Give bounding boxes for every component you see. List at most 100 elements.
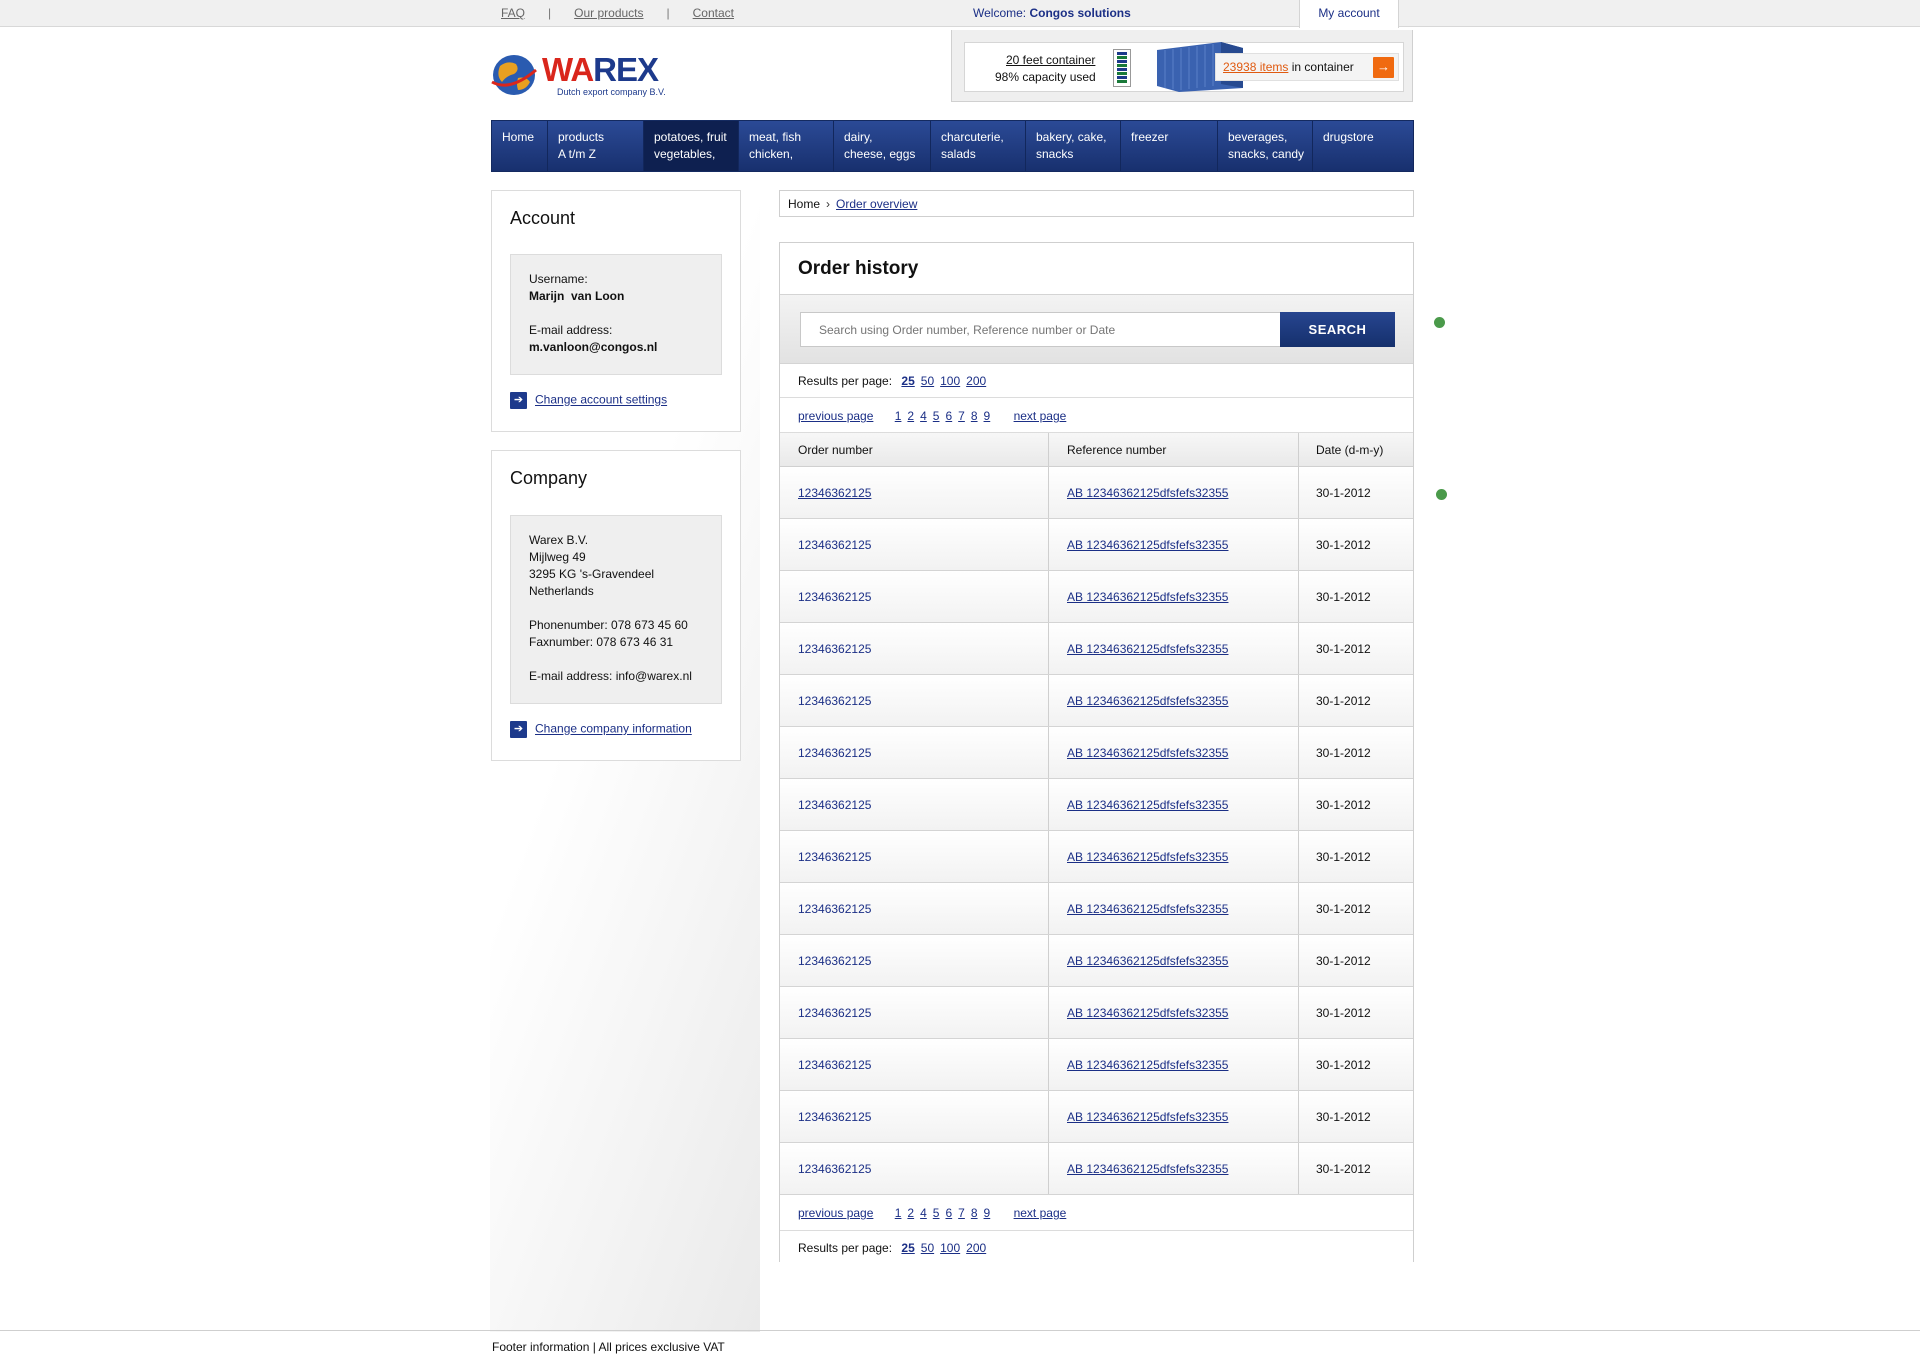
- page-number-link[interactable]: 8: [971, 1206, 978, 1220]
- order-number-link[interactable]: 12346362125: [798, 1162, 871, 1176]
- column-reference-number[interactable]: Reference number: [1049, 433, 1299, 466]
- order-number-link[interactable]: 12346362125: [798, 850, 871, 864]
- arrow-right-icon[interactable]: →: [1373, 57, 1394, 78]
- page-number-link[interactable]: 4: [920, 409, 927, 423]
- breadcrumb-current[interactable]: Order overview: [836, 197, 917, 211]
- table-cell: 12346362125: [780, 727, 1049, 778]
- order-number-link[interactable]: 12346362125: [798, 954, 871, 968]
- rpp-option[interactable]: 50: [921, 1241, 934, 1255]
- nav-item[interactable]: freezer: [1121, 121, 1218, 171]
- page-number-link[interactable]: 6: [945, 1206, 952, 1220]
- order-number-link[interactable]: 12346362125: [798, 746, 871, 760]
- reference-number-link[interactable]: AB 12346362125dfsfefs32355: [1067, 746, 1228, 760]
- previous-page-link[interactable]: previous page: [798, 409, 873, 423]
- rpp-option[interactable]: 200: [966, 374, 986, 388]
- search-button[interactable]: SEARCH: [1280, 312, 1395, 347]
- rpp-option[interactable]: 100: [940, 374, 960, 388]
- page-number-link[interactable]: 7: [958, 1206, 965, 1220]
- page-number-link[interactable]: 9: [984, 1206, 991, 1220]
- page-number-link[interactable]: 2: [907, 409, 914, 423]
- reference-number-link[interactable]: AB 12346362125dfsfefs32355: [1067, 486, 1228, 500]
- reference-number-link[interactable]: AB 12346362125dfsfefs32355: [1067, 1110, 1228, 1124]
- order-date: 30-1-2012: [1316, 694, 1371, 708]
- logo-wordmark: WAREX: [542, 51, 659, 88]
- nav-item-label: products: [558, 130, 605, 144]
- page-number-link[interactable]: 8: [971, 409, 978, 423]
- page-number-link[interactable]: 1: [895, 1206, 902, 1220]
- rpp-option[interactable]: 25: [901, 374, 914, 388]
- reference-number-link[interactable]: AB 12346362125dfsfefs32355: [1067, 850, 1228, 864]
- rpp-option[interactable]: 50: [921, 374, 934, 388]
- reference-number-link[interactable]: AB 12346362125dfsfefs32355: [1067, 1058, 1228, 1072]
- reference-number-link[interactable]: AB 12346362125dfsfefs32355: [1067, 954, 1228, 968]
- order-number-link[interactable]: 12346362125: [798, 798, 871, 812]
- search-input[interactable]: [800, 312, 1281, 347]
- faq-link[interactable]: FAQ: [501, 6, 525, 20]
- search-bar: SEARCH: [780, 294, 1413, 364]
- main-navigation: Home products A t/m Z potatoes, fruit vegeta…: [491, 120, 1414, 172]
- page-number-link[interactable]: 1: [895, 409, 902, 423]
- nav-item[interactable]: bakery, cake, snacks: [1026, 121, 1121, 171]
- order-number-link[interactable]: 12346362125: [798, 486, 871, 500]
- rpp-option[interactable]: 25: [901, 1241, 914, 1255]
- status-dot: [1436, 489, 1447, 500]
- column-order-number[interactable]: Order number: [780, 433, 1049, 466]
- nav-item-label: freezer: [1131, 130, 1169, 144]
- page-number-link[interactable]: 9: [984, 409, 991, 423]
- nav-item[interactable]: dairy, cheese, eggs: [834, 121, 931, 171]
- arrow-right-icon: ➔: [510, 721, 527, 738]
- order-number-link[interactable]: 12346362125: [798, 1058, 871, 1072]
- page-number-link[interactable]: 5: [933, 1206, 940, 1220]
- our-products-link[interactable]: Our products: [574, 6, 643, 20]
- column-date[interactable]: Date (d-m-y): [1299, 433, 1413, 466]
- change-account-settings-link[interactable]: ➔ Change account settings: [510, 392, 667, 409]
- nav-item[interactable]: charcuterie, salads: [931, 121, 1026, 171]
- table-cell: 12346362125: [780, 519, 1049, 570]
- table-cell: AB 12346362125dfsfefs32355: [1049, 935, 1299, 986]
- reference-number-link[interactable]: AB 12346362125dfsfefs32355: [1067, 694, 1228, 708]
- order-number-link[interactable]: 12346362125: [798, 694, 871, 708]
- page-number-link[interactable]: 5: [933, 409, 940, 423]
- warex-logo[interactable]: WAREX Dutch export company B.V.: [490, 50, 680, 100]
- nav-item-label: bakery, cake,: [1036, 130, 1107, 144]
- next-page-link[interactable]: next page: [1014, 409, 1067, 423]
- reference-number-link[interactable]: AB 12346362125dfsfefs32355: [1067, 1006, 1228, 1020]
- page-number-link[interactable]: 4: [920, 1206, 927, 1220]
- table-cell: 12346362125: [780, 623, 1049, 674]
- reference-number-link[interactable]: AB 12346362125dfsfefs32355: [1067, 798, 1228, 812]
- page-number-link[interactable]: 6: [945, 409, 952, 423]
- rpp-option[interactable]: 100: [940, 1241, 960, 1255]
- order-number-link[interactable]: 12346362125: [798, 590, 871, 604]
- nav-item[interactable]: potatoes, fruit vegetables,: [644, 121, 739, 171]
- contact-link[interactable]: Contact: [693, 6, 734, 20]
- order-number-link[interactable]: 12346362125: [798, 902, 871, 916]
- company-city: 3295 KG 's-Gravendeel: [529, 567, 655, 581]
- reference-number-link[interactable]: AB 12346362125dfsfefs32355: [1067, 590, 1228, 604]
- order-number-link[interactable]: 12346362125: [798, 642, 871, 656]
- change-company-information-link[interactable]: ➔ Change company information: [510, 721, 692, 738]
- my-account-tab[interactable]: My account: [1299, 0, 1399, 28]
- table-cell: 30-1-2012: [1299, 1039, 1413, 1090]
- nav-item[interactable]: products A t/m Z: [548, 121, 644, 171]
- previous-page-link[interactable]: previous page: [798, 1206, 873, 1220]
- breadcrumb-home[interactable]: Home: [788, 197, 820, 211]
- next-page-link[interactable]: next page: [1014, 1206, 1067, 1220]
- order-number-link[interactable]: 12346362125: [798, 538, 871, 552]
- nav-item[interactable]: drugstore: [1313, 121, 1414, 171]
- order-number-link[interactable]: 12346362125: [798, 1110, 871, 1124]
- table-row: 12346362125 AB 12346362125dfsfefs32355 30-…: [780, 571, 1413, 623]
- nav-item[interactable]: Home: [492, 121, 548, 171]
- page-number-link[interactable]: 2: [907, 1206, 914, 1220]
- items-count-link[interactable]: 23938 items: [1223, 60, 1288, 74]
- reference-number-link[interactable]: AB 12346362125dfsfefs32355: [1067, 1162, 1228, 1176]
- rpp-option[interactable]: 200: [966, 1241, 986, 1255]
- reference-number-link[interactable]: AB 12346362125dfsfefs32355: [1067, 902, 1228, 916]
- container-title-link[interactable]: 20 feet container: [1006, 53, 1095, 67]
- reference-number-link[interactable]: AB 12346362125dfsfefs32355: [1067, 642, 1228, 656]
- order-number-link[interactable]: 12346362125: [798, 1006, 871, 1020]
- nav-item[interactable]: meat, fish chicken,: [739, 121, 834, 171]
- nav-item[interactable]: beverages, snacks, candy: [1218, 121, 1313, 171]
- page-number-link[interactable]: 7: [958, 409, 965, 423]
- reference-number-link[interactable]: AB 12346362125dfsfefs32355: [1067, 538, 1228, 552]
- table-row: 12346362125 AB 12346362125dfsfefs32355 30-…: [780, 623, 1413, 675]
